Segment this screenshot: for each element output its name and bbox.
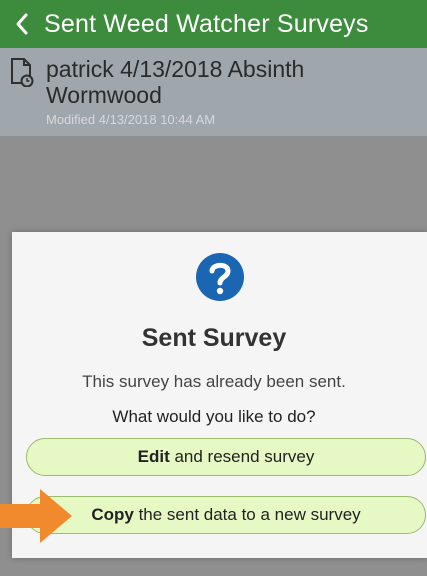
- question-icon: [196, 253, 244, 301]
- chevron-left-icon: [16, 13, 28, 35]
- survey-modified-date: Modified 4/13/2018 10:44 AM: [46, 112, 216, 127]
- edit-label-rest: and resend survey: [169, 447, 315, 466]
- document-clock-icon: [11, 58, 34, 87]
- dialog-question: What would you like to do?: [112, 407, 316, 426]
- survey-list-item[interactable]: patrick 4/13/2018 Absinth Wormwood Modif…: [0, 48, 427, 136]
- dialog-title: Sent Survey: [141, 324, 287, 352]
- app-header: Sent Weed Watcher Surveys: [0, 0, 427, 48]
- sent-survey-dialog: Sent Survey This survey has already been…: [12, 232, 427, 558]
- page-title: Sent Weed Watcher Surveys: [44, 9, 369, 38]
- edit-label-bold: Edit: [137, 447, 170, 466]
- back-button[interactable]: [0, 0, 44, 48]
- edit-and-resend-button[interactable]: Edit and resend survey: [26, 438, 426, 476]
- copy-label-rest: the sent data to a new survey: [133, 505, 361, 524]
- copy-to-new-survey-button[interactable]: Copy the sent data to a new survey: [26, 496, 426, 534]
- dialog-message: This survey has already been sent.: [82, 372, 346, 391]
- survey-title: patrick 4/13/2018 Absinth Wormwood: [46, 56, 305, 108]
- orange-arrow-icon: [0, 489, 72, 543]
- copy-label-bold: Copy: [91, 505, 134, 524]
